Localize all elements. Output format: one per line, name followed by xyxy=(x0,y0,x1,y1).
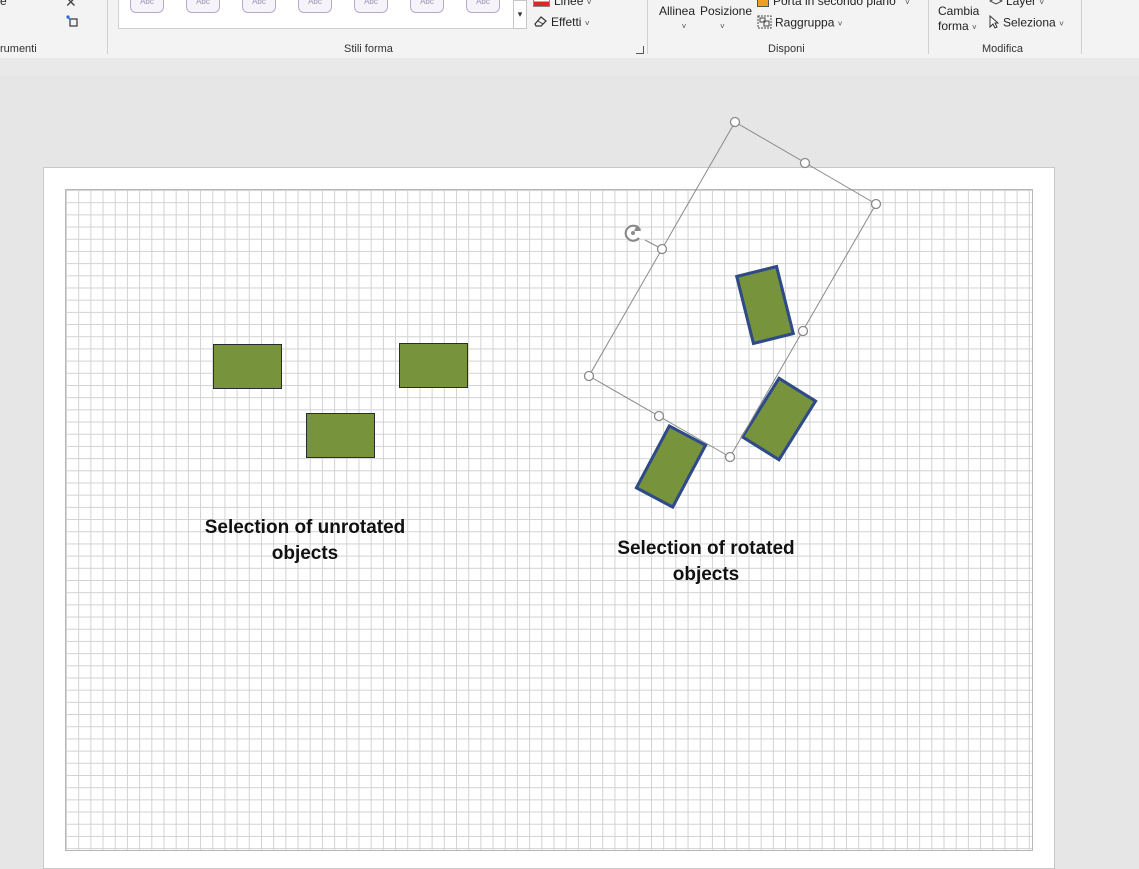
resize-handle[interactable] xyxy=(799,157,811,169)
resize-handle[interactable] xyxy=(653,410,665,422)
resize-handle[interactable] xyxy=(583,370,595,382)
caption-right-line2: objects xyxy=(672,564,740,585)
selection-overlay xyxy=(583,116,882,463)
resize-handle[interactable] xyxy=(724,451,736,463)
selection-bounding-box xyxy=(588,121,877,458)
rotation-handle-icon[interactable] xyxy=(624,224,642,242)
resize-handle[interactable] xyxy=(729,116,741,128)
caption-rotated: Selection of rotated objects xyxy=(586,536,826,588)
caption-right-line1: Selection of rotated xyxy=(617,538,795,559)
resize-handle[interactable] xyxy=(797,325,809,337)
resize-handle[interactable] xyxy=(656,243,668,255)
resize-handle[interactable] xyxy=(870,198,882,210)
